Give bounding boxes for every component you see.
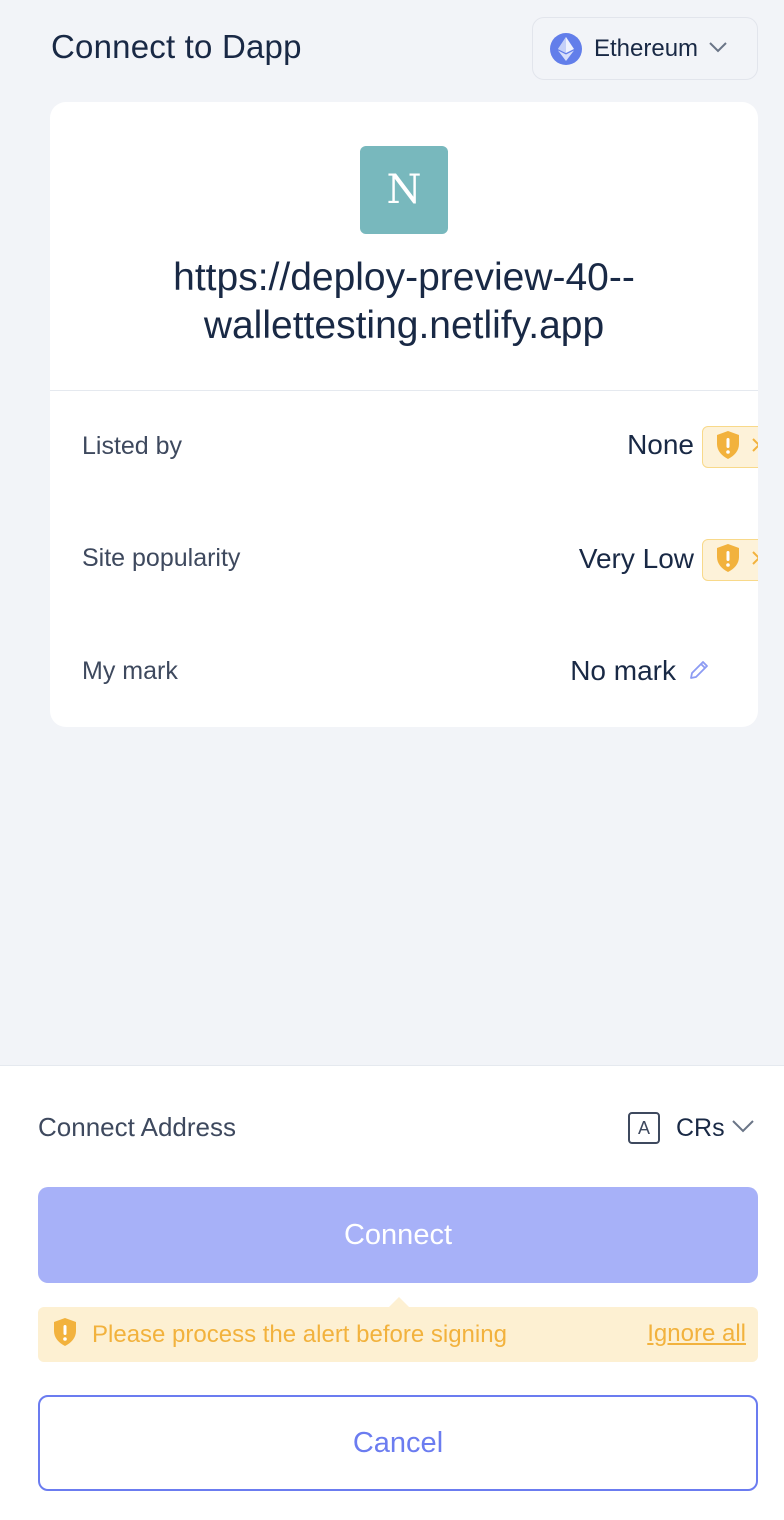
account-name: CRs (676, 1113, 725, 1142)
ethereum-icon (550, 32, 582, 65)
page-title: Connect to Dapp (51, 28, 302, 65)
cancel-button[interactable]: Cancel (38, 1395, 758, 1491)
connect-address-label: Connect Address (38, 1112, 237, 1142)
my-mark-value: No mark (570, 655, 676, 686)
listed-by-alert-button[interactable] (702, 426, 758, 468)
site-origin: https://deploy-preview-40--wallettesting… (173, 256, 635, 347)
chevron-down-icon (731, 1119, 755, 1138)
account-icon: A (628, 1112, 660, 1144)
site-logo: N (360, 146, 448, 234)
warning-text: Please process the alert before signing (92, 1320, 507, 1348)
site-popularity-value: Very Low (578, 543, 694, 574)
chevron-right-icon (751, 550, 758, 571)
divider (50, 390, 758, 391)
site-info-card: N https://deploy-preview-40--wallettesti… (50, 102, 758, 727)
chain-selector[interactable]: Ethereum (532, 17, 758, 80)
connect-panel: Connect Address A CRs Connect Please pro… (0, 1065, 784, 1520)
shield-warning-icon (52, 1317, 78, 1352)
site-popularity-label: Site popularity (82, 544, 241, 572)
alert-warning-bar: Please process the alert before signing … (38, 1297, 758, 1362)
listed-by-value: None (627, 429, 694, 460)
chain-label: Ethereum (594, 34, 699, 62)
listed-by-label: Listed by (82, 432, 183, 460)
site-popularity-alert-button[interactable] (702, 539, 758, 581)
ignore-all-link[interactable]: Ignore all (647, 1320, 746, 1348)
shield-warning-icon (715, 543, 741, 578)
chevron-right-icon (751, 437, 758, 458)
my-mark-label: My mark (82, 657, 178, 685)
account-selector[interactable]: A CRs (628, 1112, 755, 1144)
connect-button[interactable]: Connect (38, 1187, 758, 1283)
shield-warning-icon (715, 430, 741, 465)
edit-pencil-icon[interactable] (687, 658, 711, 687)
chevron-down-icon (708, 40, 728, 58)
